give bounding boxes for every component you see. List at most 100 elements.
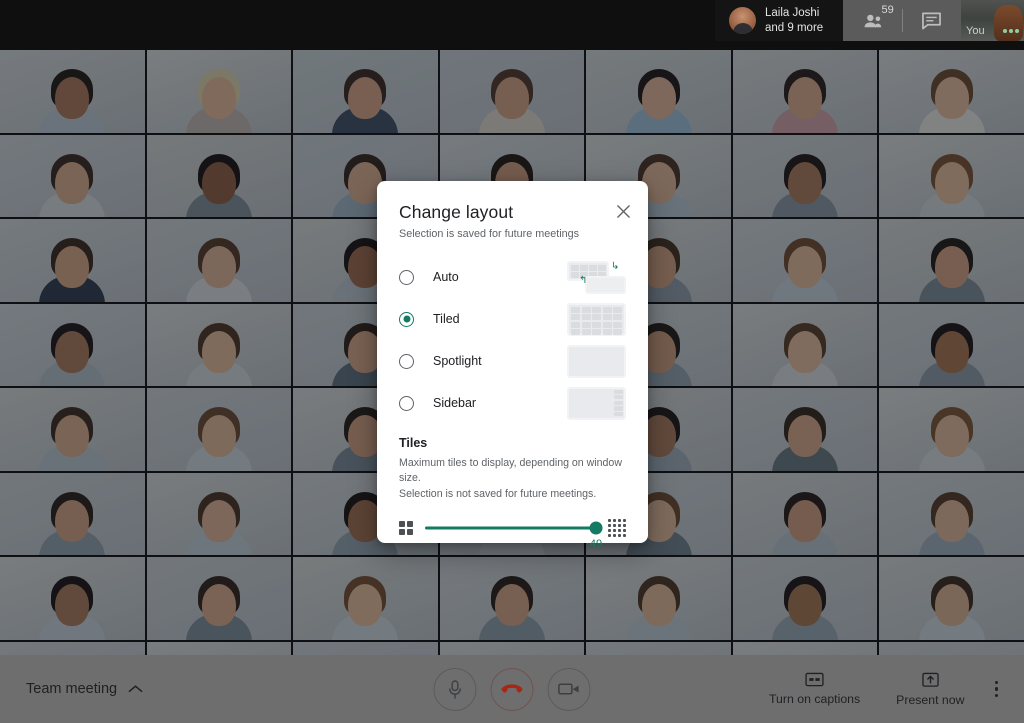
layout-option-tiled[interactable]: Tiled	[399, 298, 626, 340]
radio-auto[interactable]	[399, 269, 414, 285]
chat-button[interactable]	[902, 0, 961, 41]
preview-cell	[571, 329, 580, 335]
microphone-button[interactable]	[433, 667, 477, 711]
preview-cell	[592, 314, 601, 320]
tiles-description-line2: Selection is not saved for future meetin…	[399, 487, 597, 500]
video-tile[interactable]	[293, 557, 438, 640]
video-tile[interactable]	[146, 557, 292, 640]
video-tile[interactable]	[586, 557, 731, 640]
layout-option-label: Auto	[433, 270, 459, 284]
video-tile[interactable]	[439, 641, 585, 655]
tile-person-head	[201, 161, 236, 204]
grid-large-icon[interactable]	[608, 519, 626, 538]
video-tile[interactable]	[732, 388, 878, 471]
video-tile[interactable]	[146, 219, 292, 302]
meet-app-window: Laila Joshi and 9 more 59 You Change lay…	[0, 0, 1024, 723]
video-tile[interactable]	[732, 557, 878, 640]
self-view-figure	[993, 4, 1023, 41]
change-layout-dialog: Change layout Selection is saved for fut…	[377, 181, 648, 550]
close-icon	[616, 204, 630, 218]
tile-background	[879, 641, 1024, 655]
preview-cell	[581, 329, 591, 335]
self-view-tile[interactable]: You	[961, 0, 1024, 41]
slider-knob[interactable]	[589, 521, 603, 535]
video-tile[interactable]	[0, 388, 145, 471]
video-tile[interactable]	[0, 219, 145, 302]
captions-button[interactable]: Turn on captions	[751, 668, 878, 710]
grid-small-icon[interactable]	[399, 521, 413, 536]
video-tile[interactable]	[293, 50, 438, 133]
video-tile[interactable]	[0, 134, 145, 217]
video-tile[interactable]	[879, 557, 1024, 640]
sidebar-layout-preview	[567, 386, 626, 420]
video-tile[interactable]	[439, 557, 585, 640]
preview-cell	[614, 389, 623, 394]
tile-person-head	[934, 584, 969, 627]
tile-person-head	[788, 161, 823, 204]
preview-cell	[581, 306, 591, 313]
present-now-button[interactable]: Present now	[878, 668, 982, 711]
meeting-name-button[interactable]: Team meeting	[26, 681, 143, 697]
preview-cell	[614, 406, 623, 411]
presenter-chip[interactable]: Laila Joshi and 9 more	[715, 0, 843, 41]
video-tile[interactable]	[879, 641, 1024, 655]
radio-sidebar[interactable]	[399, 395, 414, 411]
video-tile[interactable]	[879, 472, 1024, 555]
video-tile[interactable]	[0, 303, 145, 386]
layout-options: Auto ↳ ↰ Tiled Spotlight Sidebar	[399, 256, 626, 424]
video-tile[interactable]	[0, 50, 145, 133]
video-tile[interactable]	[586, 50, 731, 133]
layout-option-spotlight[interactable]: Spotlight	[399, 340, 626, 382]
tiles-slider[interactable]: 49	[425, 520, 603, 550]
video-tile[interactable]	[146, 641, 292, 655]
video-tile[interactable]	[293, 641, 438, 655]
video-tile[interactable]	[879, 303, 1024, 386]
layout-option-sidebar[interactable]: Sidebar	[399, 382, 626, 424]
tile-person-head	[934, 499, 969, 542]
top-actions: 59	[843, 0, 961, 41]
close-button[interactable]	[612, 200, 634, 222]
preview-cell	[614, 400, 623, 406]
tiles-slider-row: 49	[399, 519, 626, 550]
more-options-button[interactable]	[983, 671, 1011, 708]
video-tile[interactable]	[879, 50, 1024, 133]
video-tile[interactable]	[732, 219, 878, 302]
radio-tiled[interactable]	[399, 311, 414, 327]
video-tile[interactable]	[879, 134, 1024, 217]
chat-icon	[922, 12, 941, 30]
video-tile[interactable]	[586, 641, 731, 655]
tile-background	[0, 641, 145, 655]
tile-person-head	[55, 415, 90, 458]
tile-background	[732, 641, 878, 655]
video-tile[interactable]	[439, 50, 585, 133]
layout-option-auto[interactable]: Auto ↳ ↰	[399, 256, 626, 298]
video-tile[interactable]	[879, 219, 1024, 302]
hangup-button[interactable]	[490, 667, 534, 711]
video-tile[interactable]	[146, 303, 292, 386]
video-tile[interactable]	[732, 134, 878, 217]
video-tile[interactable]	[732, 303, 878, 386]
preview-cell	[602, 329, 612, 335]
radio-spotlight[interactable]	[399, 353, 414, 369]
phone-hangup-icon	[501, 684, 523, 693]
video-tile[interactable]	[146, 50, 292, 133]
video-tile[interactable]	[732, 50, 878, 133]
video-tile[interactable]	[0, 557, 145, 640]
tile-person-head	[348, 77, 383, 120]
people-button[interactable]: 59	[843, 0, 902, 41]
tile-person-head	[55, 499, 90, 542]
tile-background	[146, 641, 292, 655]
video-tile[interactable]	[0, 472, 145, 555]
tile-background	[293, 641, 438, 655]
dialog-title: Change layout	[399, 202, 514, 222]
video-tile[interactable]	[732, 641, 878, 655]
present-label: Present now	[896, 692, 965, 707]
video-tile[interactable]	[146, 388, 292, 471]
video-tile[interactable]	[732, 472, 878, 555]
video-tile[interactable]	[0, 641, 145, 655]
tile-person-head	[55, 246, 90, 289]
video-tile[interactable]	[879, 388, 1024, 471]
video-tile[interactable]	[146, 134, 292, 217]
camera-button[interactable]	[547, 667, 591, 711]
video-tile[interactable]	[146, 472, 292, 555]
